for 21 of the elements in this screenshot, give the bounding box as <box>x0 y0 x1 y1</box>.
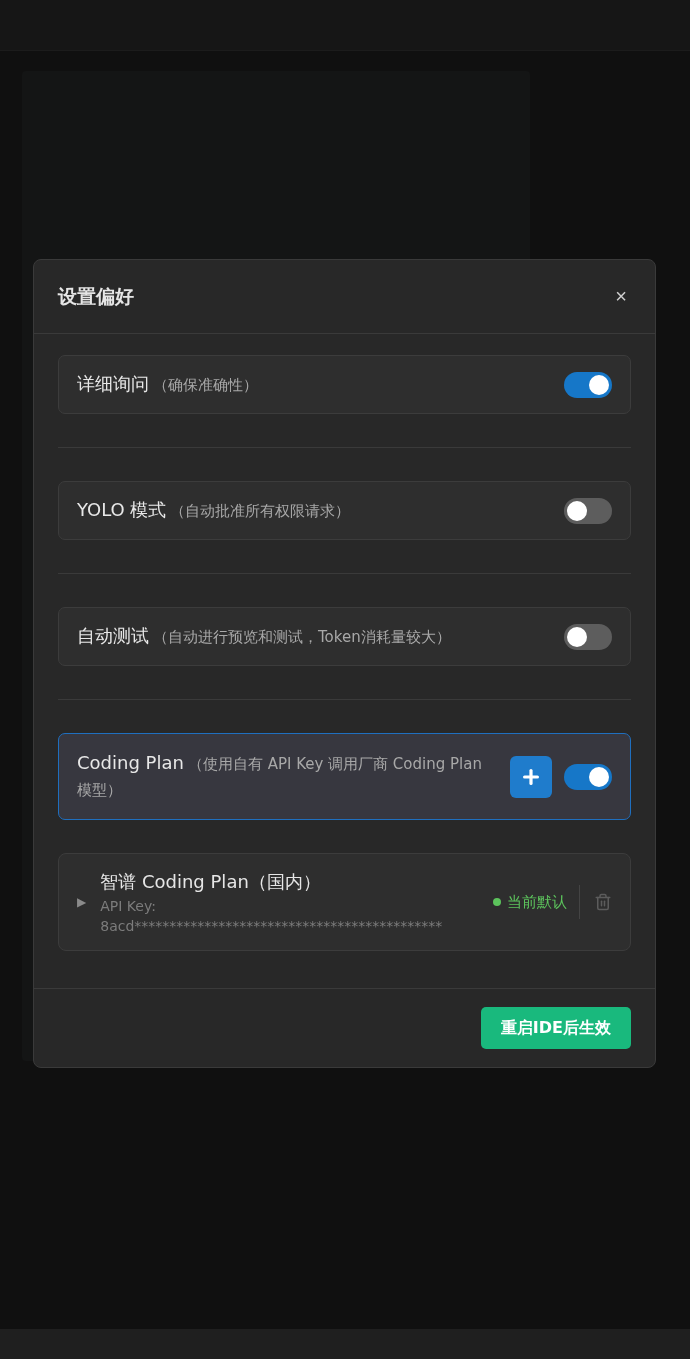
status-text: 当前默认 <box>507 892 567 912</box>
provider-name: 智谱 Coding Plan（国内） <box>100 870 322 894</box>
dialog-title: 设置偏好 <box>58 283 134 309</box>
setting-hint: （确保准确性） <box>153 376 258 394</box>
api-key-value: 8acd******************************************** <box>100 917 443 936</box>
setting-hint: （自动批准所有权限请求） <box>170 502 351 520</box>
setting-label: YOLO 模式 <box>77 499 167 520</box>
restart-button[interactable]: 重启IDE后生效 <box>480 1007 631 1049</box>
toggle-switch[interactable] <box>564 623 612 650</box>
close-button[interactable]: × <box>611 285 631 308</box>
toggle-switch[interactable] <box>564 371 612 398</box>
setting-label: 自动测试 <box>77 625 149 646</box>
setting-text: Coding Plan （使用自有 API Key 调用厂商 Coding Plan 模型） <box>77 751 483 801</box>
api-key-label: API Key: <box>100 897 156 916</box>
expand-icon[interactable]: ▶ <box>77 895 87 909</box>
toggle-switch[interactable] <box>564 497 612 524</box>
setting-hint: （自动进行预览和测试，Token消耗量较大） <box>153 628 451 646</box>
toggle-switch[interactable] <box>564 763 612 790</box>
trash-icon <box>594 893 612 911</box>
setting-label: 详细询问 <box>77 373 149 394</box>
add-button[interactable] <box>510 755 552 798</box>
